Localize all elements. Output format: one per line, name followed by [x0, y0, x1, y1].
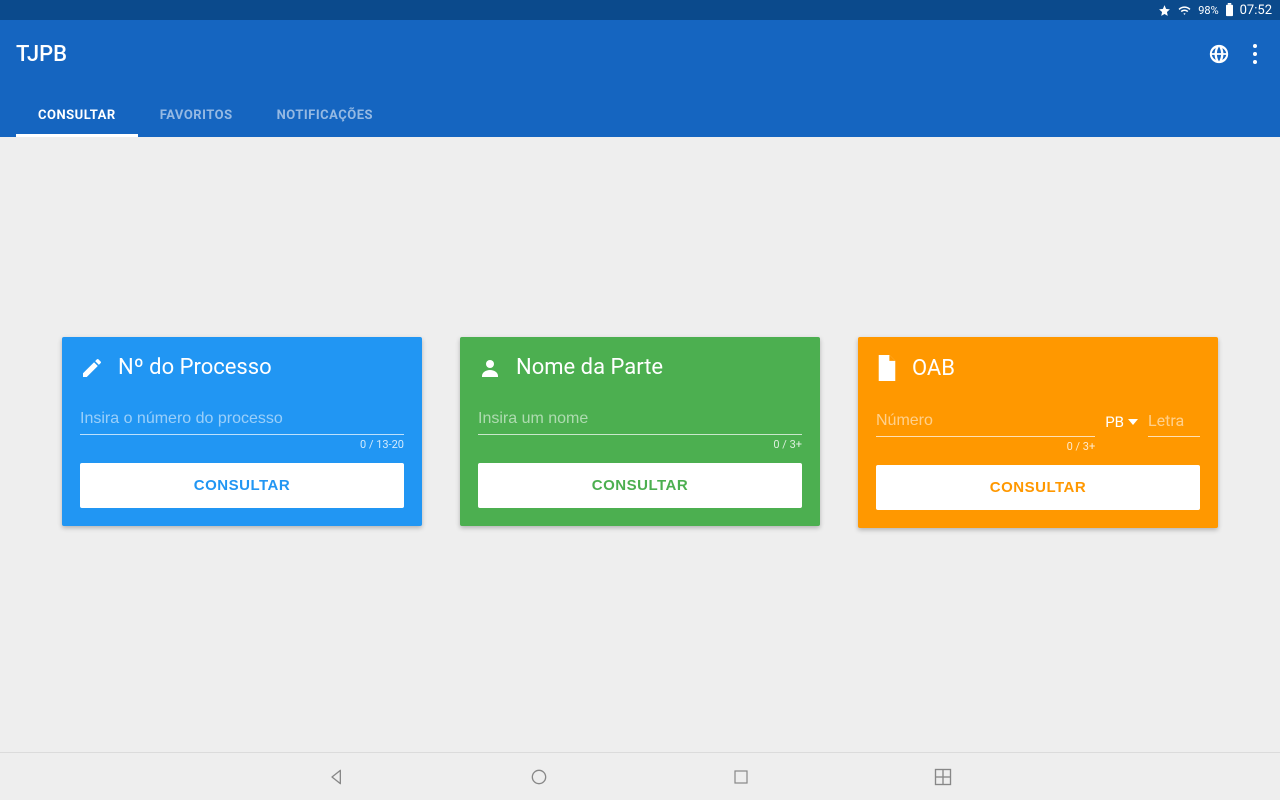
card-parte: Nome da Parte 0 / 3+ CONSULTAR — [460, 337, 820, 526]
file-icon — [876, 355, 898, 381]
more-icon[interactable] — [1252, 43, 1258, 65]
wifi-icon — [1177, 4, 1192, 17]
content: Nº do Processo 0 / 13-20 CONSULTAR Nome … — [0, 137, 1280, 752]
nav-home-icon[interactable] — [528, 766, 550, 788]
card-processo: Nº do Processo 0 / 13-20 CONSULTAR — [62, 337, 422, 526]
person-icon — [478, 356, 502, 380]
nav-recent-icon[interactable] — [730, 766, 752, 788]
chevron-down-icon — [1128, 419, 1138, 425]
app-bar: TJPB CONSULTAR FAVORITOS NOTIFICAÇÕES — [0, 20, 1280, 137]
status-bar: 98% 07:52 — [0, 0, 1280, 20]
oab-numero-input[interactable] — [876, 408, 1095, 437]
nav-grid-icon[interactable] — [932, 766, 954, 788]
oab-uf-select[interactable]: PB — [1105, 413, 1138, 437]
oab-uf-value: PB — [1105, 413, 1124, 431]
oab-consultar-button[interactable]: CONSULTAR — [876, 465, 1200, 510]
card-processo-title: Nº do Processo — [118, 355, 272, 380]
tab-consultar[interactable]: CONSULTAR — [16, 96, 138, 137]
star-icon — [1158, 4, 1171, 17]
card-parte-title: Nome da Parte — [516, 355, 663, 380]
card-oab-title: OAB — [912, 356, 955, 381]
clock: 07:52 — [1240, 3, 1272, 18]
parte-input[interactable] — [478, 406, 802, 435]
oab-numero-counter: 0 / 3+ — [1067, 440, 1096, 453]
globe-icon[interactable] — [1208, 43, 1230, 65]
tabs: CONSULTAR FAVORITOS NOTIFICAÇÕES — [16, 96, 1264, 137]
oab-letra-input[interactable]: Letra — [1148, 407, 1200, 437]
parte-counter: 0 / 3+ — [773, 438, 802, 451]
processo-counter: 0 / 13-20 — [360, 438, 404, 451]
battery-icon — [1225, 3, 1234, 17]
android-nav-bar — [0, 752, 1280, 800]
tab-favoritos[interactable]: FAVORITOS — [138, 96, 255, 137]
processo-consultar-button[interactable]: CONSULTAR — [80, 463, 404, 508]
card-oab: OAB 0 / 3+ PB Letra CONSULTAR — [858, 337, 1218, 528]
tab-notificacoes[interactable]: NOTIFICAÇÕES — [255, 96, 395, 137]
processo-input[interactable] — [80, 406, 404, 435]
nav-back-icon[interactable] — [326, 766, 348, 788]
pencil-icon — [80, 356, 104, 380]
app-title: TJPB — [16, 42, 67, 67]
screen: 98% 07:52 TJPB CONSULTAR FAVORITOS NOTIF… — [0, 0, 1280, 800]
parte-consultar-button[interactable]: CONSULTAR — [478, 463, 802, 508]
battery-pct: 98% — [1198, 4, 1218, 17]
